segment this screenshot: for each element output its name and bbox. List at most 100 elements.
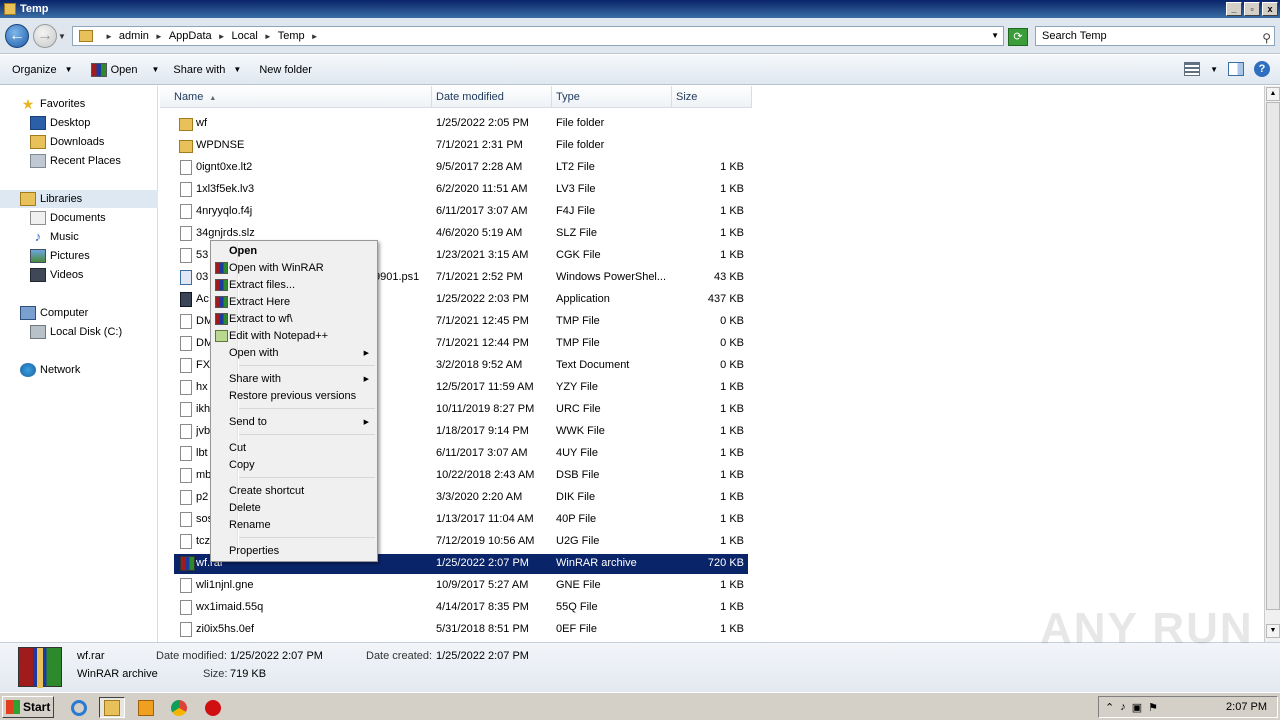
- details-filetype: WinRAR archive: [77, 668, 158, 680]
- menu-rename[interactable]: Rename: [213, 517, 375, 534]
- chevron-right-icon[interactable]: ►: [218, 32, 226, 41]
- clock[interactable]: 2:07 PM: [1226, 701, 1267, 713]
- share-with-button[interactable]: Share with ▼: [173, 64, 241, 76]
- file-name: wx1imaid.55q: [196, 601, 264, 613]
- file-row[interactable]: 1xl3f5ek.lv3 6/2/2020 11:51 AM LV3 File 1 K…: [174, 180, 748, 200]
- start-button[interactable]: Start: [2, 696, 54, 718]
- column-header-type[interactable]: Type: [552, 86, 672, 108]
- menu-open-with[interactable]: Open with ▶: [213, 345, 375, 362]
- file-row[interactable]: wx1imaid.55q 4/14/2017 8:35 PM 55Q File 1 K…: [174, 598, 748, 618]
- address-bar[interactable]: ► admin ► AppData ► Local ► Temp ► ▼: [72, 26, 1004, 46]
- chevron-right-icon[interactable]: ►: [105, 32, 113, 41]
- nav-favorites[interactable]: ★ Favorites: [0, 95, 158, 113]
- column-header-date[interactable]: Date modified: [432, 86, 552, 108]
- volume-icon[interactable]: ♪: [1120, 701, 1126, 713]
- network-tray-icon[interactable]: ▣: [1132, 701, 1142, 714]
- close-button[interactable]: x: [1262, 2, 1278, 16]
- file-icon: [180, 512, 192, 527]
- videos-icon: [30, 268, 46, 282]
- menu-share-with[interactable]: Share with ▶: [213, 371, 375, 388]
- breadcrumb-appdata[interactable]: AppData: [169, 30, 212, 42]
- nav-local-disk[interactable]: Local Disk (C:): [0, 323, 158, 341]
- scroll-up-button[interactable]: ▲: [1266, 87, 1280, 101]
- menu-restore-previous[interactable]: Restore previous versions: [213, 388, 375, 405]
- open-label: Open: [110, 63, 138, 76]
- help-icon[interactable]: ?: [1254, 61, 1270, 77]
- menu-extract-to[interactable]: Extract to wf\: [213, 311, 375, 328]
- file-row[interactable]: 4nryyqlo.f4j 6/11/2017 3:07 AM F4J File 1 K…: [174, 202, 748, 222]
- scroll-thumb[interactable]: [1266, 102, 1280, 610]
- search-input[interactable]: Search Temp ⚲: [1035, 26, 1275, 46]
- nav-computer[interactable]: Computer: [0, 304, 158, 322]
- chevron-down-icon[interactable]: ▼: [151, 65, 159, 74]
- refresh-icon: ⟳: [1013, 31, 1023, 43]
- recent-pages-dropdown[interactable]: ▼: [58, 32, 66, 41]
- taskbar-ie[interactable]: [66, 697, 92, 718]
- view-options-icon[interactable]: [1184, 62, 1201, 76]
- menu-send-to[interactable]: Send to ▶: [213, 414, 375, 431]
- chevron-right-icon[interactable]: ►: [264, 32, 272, 41]
- menu-create-shortcut[interactable]: Create shortcut: [213, 483, 375, 500]
- breadcrumb-temp[interactable]: Temp: [278, 30, 305, 42]
- taskbar-media-player[interactable]: [133, 697, 159, 718]
- file-date: 7/1/2021 2:52 PM: [436, 271, 523, 283]
- menu-extract-here[interactable]: Extract Here: [213, 294, 375, 311]
- search-icon[interactable]: ⚲: [1262, 29, 1271, 47]
- menu-open[interactable]: Open: [213, 243, 375, 260]
- nav-videos[interactable]: Videos: [0, 266, 158, 284]
- computer-icon: [20, 306, 36, 320]
- navigation-pane: ★ Favorites Desktop Downloads Recent Plac…: [0, 86, 158, 642]
- menu-copy[interactable]: Copy: [213, 457, 375, 474]
- vertical-scrollbar[interactable]: ▲ ▼: [1264, 86, 1280, 642]
- details-size-label: Size:: [203, 668, 228, 680]
- file-row[interactable]: WPDNSE 7/1/2021 2:31 PM File folder: [174, 136, 748, 156]
- breadcrumb-local[interactable]: Local: [232, 30, 258, 42]
- organize-button[interactable]: Organize ▼: [12, 64, 73, 76]
- nav-documents[interactable]: Documents: [0, 209, 158, 227]
- menu-edit-notepad[interactable]: Edit with Notepad++: [213, 328, 375, 345]
- file-row[interactable]: zi0ix5hs.0ef 5/31/2018 8:51 PM 0EF File 1 K…: [174, 620, 748, 640]
- column-header-name[interactable]: Name ▲: [160, 86, 432, 108]
- show-hidden-icons[interactable]: ⌃: [1105, 701, 1114, 714]
- chevron-right-icon[interactable]: ►: [155, 32, 163, 41]
- minimize-button[interactable]: _: [1226, 2, 1242, 16]
- file-type: SLZ File: [556, 227, 597, 239]
- nav-music[interactable]: ♪ Music: [0, 228, 158, 246]
- forward-button[interactable]: →: [33, 24, 57, 48]
- taskbar-stop-app[interactable]: [200, 697, 226, 718]
- rar-icon: [180, 556, 195, 571]
- breadcrumb-admin[interactable]: admin: [119, 30, 149, 42]
- menu-delete[interactable]: Delete: [213, 500, 375, 517]
- file-size: 0 KB: [720, 359, 744, 371]
- menu-extract-files[interactable]: Extract files...: [213, 277, 375, 294]
- open-button[interactable]: Open ▼: [90, 62, 159, 77]
- address-dropdown[interactable]: ▼: [991, 31, 999, 40]
- menu-label: Create shortcut: [229, 485, 305, 497]
- nav-libraries[interactable]: Libraries: [0, 190, 158, 208]
- taskbar-chrome[interactable]: [166, 697, 192, 718]
- file-row[interactable]: wli1njnl.gne 10/9/2017 5:27 AM GNE File 1 K…: [174, 576, 748, 596]
- taskbar-explorer[interactable]: [99, 697, 125, 718]
- back-button[interactable]: ←: [5, 24, 29, 48]
- scroll-down-button[interactable]: ▼: [1266, 624, 1280, 638]
- menu-open-with-winrar[interactable]: Open with WinRAR: [213, 260, 375, 277]
- chevron-down-icon[interactable]: ▼: [1210, 65, 1218, 74]
- new-folder-button[interactable]: New folder: [259, 64, 312, 76]
- nav-pictures[interactable]: Pictures: [0, 247, 158, 265]
- file-size: 720 KB: [707, 557, 744, 569]
- chevron-right-icon[interactable]: ►: [311, 32, 319, 41]
- nav-network[interactable]: Network: [0, 361, 158, 379]
- column-header-size[interactable]: Size: [672, 86, 752, 108]
- file-type: Application: [556, 293, 610, 305]
- nav-recent-places[interactable]: Recent Places: [0, 152, 158, 170]
- refresh-button[interactable]: ⟳: [1008, 28, 1028, 46]
- menu-cut[interactable]: Cut: [213, 440, 375, 457]
- nav-downloads[interactable]: Downloads: [0, 133, 158, 151]
- file-row[interactable]: 0ignt0xe.lt2 9/5/2017 2:28 AM LT2 File 1 KB: [174, 158, 748, 178]
- action-center-icon[interactable]: ⚑: [1148, 701, 1158, 714]
- nav-desktop[interactable]: Desktop: [0, 114, 158, 132]
- restore-button[interactable]: ▫: [1244, 2, 1260, 16]
- menu-properties[interactable]: Properties: [213, 543, 375, 560]
- preview-pane-icon[interactable]: [1228, 62, 1244, 76]
- file-row[interactable]: wf 1/25/2022 2:05 PM File folder: [174, 114, 748, 134]
